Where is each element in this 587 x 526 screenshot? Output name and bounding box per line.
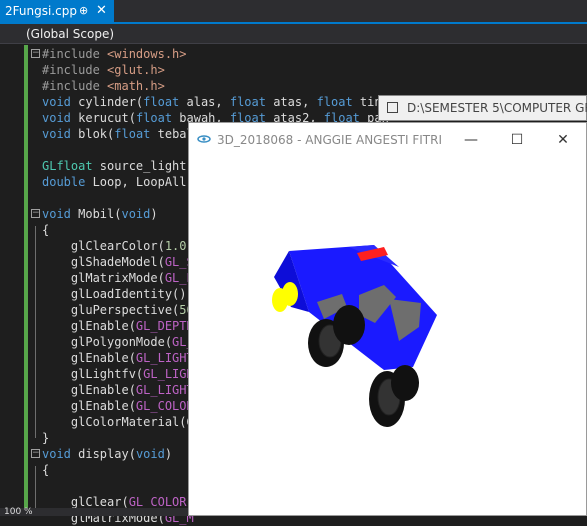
document-tab-strip: 2Fungsi.cpp ⊕ ✕ bbox=[0, 0, 587, 24]
code-line: glLightfv(GL_LIGH bbox=[42, 367, 194, 381]
pin-icon[interactable]: ⊕ bbox=[79, 0, 88, 22]
code-line: glEnable(GL_DEPTH bbox=[42, 319, 194, 333]
glut-app-icon bbox=[197, 135, 211, 143]
car-3d-render bbox=[272, 245, 437, 427]
wheel bbox=[333, 305, 365, 345]
console-window-title: D:\SEMESTER 5\COMPUTER GRAP bbox=[407, 101, 587, 115]
minimize-button[interactable]: — bbox=[448, 123, 494, 157]
maximize-button[interactable]: ☐ bbox=[494, 123, 540, 157]
code-line: glLoadIdentity(); bbox=[42, 287, 194, 301]
headlight bbox=[282, 282, 298, 306]
indent-guide bbox=[35, 226, 36, 438]
code-line: glPolygonMode(GL_ bbox=[42, 335, 194, 349]
editor-margin bbox=[0, 45, 22, 516]
change-indicator-bar bbox=[24, 45, 28, 516]
code-line: glShadeModel(GL_S bbox=[42, 255, 194, 269]
wheel bbox=[391, 365, 419, 401]
collapse-toggle-icon[interactable]: − bbox=[31, 449, 40, 458]
code-line: void display(void) bbox=[42, 447, 173, 461]
opengl-window-titlebar[interactable]: 3D_2018068 - ANGGIE ANGESTI FITRI — ☐ ✕ bbox=[189, 123, 586, 157]
close-icon[interactable]: ✕ bbox=[96, 0, 107, 22]
code-line: glEnable(GL_LIGHT bbox=[42, 383, 194, 397]
code-line: #include <math.h> bbox=[42, 79, 165, 93]
collapse-toggle-icon[interactable]: − bbox=[31, 49, 40, 58]
tab-title: 2Fungsi.cpp bbox=[5, 4, 77, 18]
opengl-window-title: 3D_2018068 - ANGGIE ANGESTI FITRI bbox=[217, 133, 443, 147]
console-window[interactable]: D:\SEMESTER 5\COMPUTER GRAP bbox=[378, 95, 587, 121]
code-line: void cylinder(float alas, float atas, fl… bbox=[42, 95, 389, 109]
code-line: glEnable(GL_COLOR bbox=[42, 399, 194, 413]
close-button[interactable]: ✕ bbox=[540, 123, 586, 157]
code-line: glMatrixMode(GL_P bbox=[42, 271, 194, 285]
code-line: { bbox=[42, 463, 50, 477]
code-line: double Loop, LoopAll bbox=[42, 175, 187, 189]
code-line: void blok(float tebal bbox=[42, 127, 194, 141]
scope-dropdown[interactable]: (Global Scope) bbox=[0, 24, 587, 44]
code-line: glClearColor(1.0, bbox=[42, 239, 194, 253]
code-line: #include <glut.h> bbox=[42, 63, 165, 77]
opengl-canvas[interactable] bbox=[189, 157, 586, 515]
tab-2fungsi-cpp[interactable]: 2Fungsi.cpp ⊕ ✕ bbox=[0, 0, 114, 22]
code-line: { bbox=[42, 223, 50, 237]
code-line: glColorMaterial(G bbox=[42, 415, 194, 429]
opengl-window[interactable]: 3D_2018068 - ANGGIE ANGESTI FITRI — ☐ ✕ bbox=[188, 122, 587, 516]
code-line: gluPerspective(50 bbox=[42, 303, 194, 317]
code-line: void Mobil(void) bbox=[42, 207, 158, 221]
code-line: } bbox=[42, 431, 50, 445]
code-line: GLfloat source_light[ bbox=[42, 159, 194, 173]
collapse-toggle-icon[interactable]: − bbox=[31, 209, 40, 218]
console-window-icon bbox=[387, 102, 398, 113]
code-line: #include <windows.h> bbox=[42, 47, 187, 61]
scope-label: (Global Scope) bbox=[26, 27, 115, 41]
code-line: glEnable(GL_LIGHT bbox=[42, 351, 194, 365]
